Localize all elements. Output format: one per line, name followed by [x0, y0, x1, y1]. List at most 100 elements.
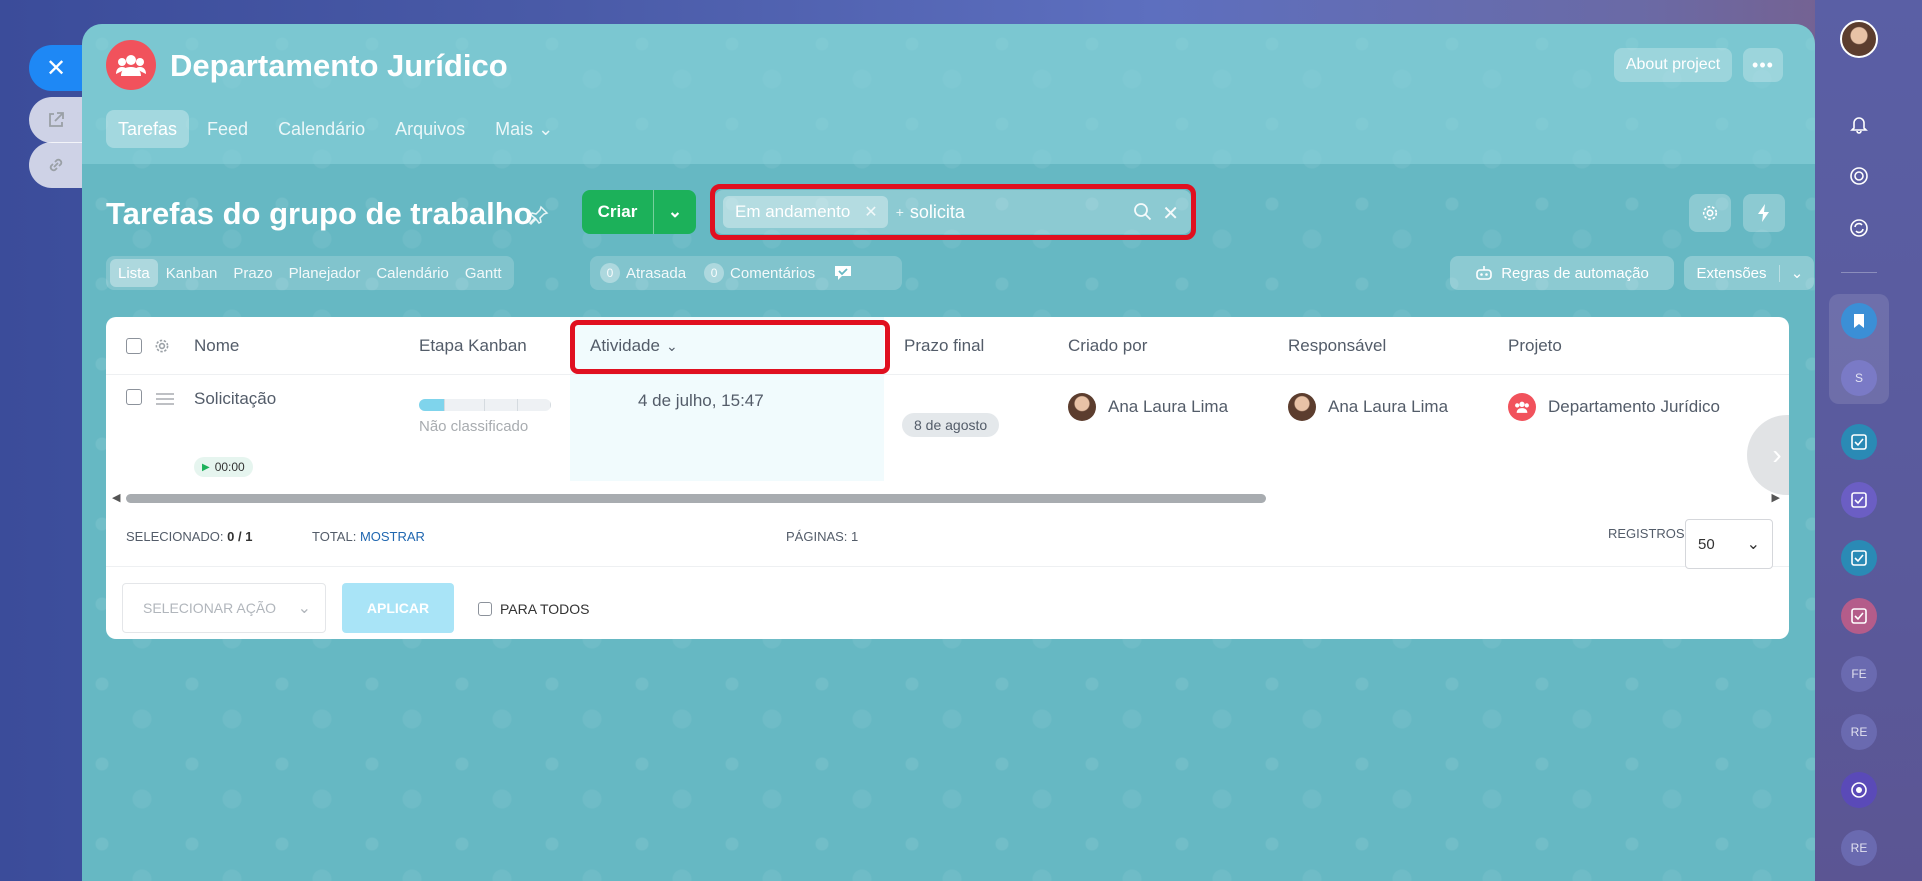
creator-cell[interactable]: Ana Laura Lima — [1068, 393, 1228, 421]
sync-button[interactable] — [1841, 210, 1877, 246]
pin-icon[interactable] — [528, 204, 550, 226]
view-switcher: Lista Kanban Prazo Planejador Calendário… — [106, 256, 514, 290]
bookmark-icon — [1854, 314, 1864, 328]
task-title-link[interactable]: Solicitação — [194, 389, 276, 409]
horizontal-scrollbar[interactable]: ◀ ▶ — [112, 491, 1780, 505]
column-header-responsible[interactable]: Responsável — [1288, 317, 1386, 375]
avatar — [1068, 393, 1096, 421]
view-tab-list[interactable]: Lista — [110, 259, 158, 287]
total-counter: TOTAL: MOSTRAR — [312, 529, 425, 544]
comments-count: 0 — [704, 263, 725, 283]
view-tab-deadline[interactable]: Prazo — [225, 259, 280, 287]
selected-counter: SELECIONADO: 0 / 1 — [126, 529, 252, 544]
pages-counter: PÁGINAS: 1 — [786, 529, 858, 544]
bell-icon — [1850, 117, 1868, 134]
view-tab-planner[interactable]: Planejador — [281, 259, 369, 287]
extensions-label: Extensões — [1684, 264, 1780, 282]
nav-tab-files[interactable]: Arquivos — [383, 110, 477, 148]
chat-check-icon[interactable] — [833, 264, 853, 282]
copilot-icon — [1851, 782, 1867, 798]
task-shortcut-1[interactable] — [1841, 424, 1877, 460]
column-header-project[interactable]: Projeto — [1508, 317, 1562, 375]
nav-tab-feed[interactable]: Feed — [195, 110, 260, 148]
time-tracker-badge[interactable]: ▶ 00:00 — [194, 457, 253, 477]
column-header-name[interactable]: Nome — [194, 317, 239, 375]
nav-tab-calendar[interactable]: Calendário — [266, 110, 377, 148]
nav-tab-more[interactable]: Mais ⌄ — [483, 110, 565, 148]
records-label: REGISTROS: — [1608, 526, 1689, 541]
select-all-checkbox[interactable] — [126, 338, 142, 354]
for-all-label: PARA TODOS — [500, 601, 590, 617]
extensions-button[interactable]: Extensões ⌄ — [1684, 256, 1814, 290]
settings-button[interactable] — [1689, 194, 1731, 232]
task-shortcut-2[interactable] — [1841, 482, 1877, 518]
activity-date: 4 de julho, 15:47 — [638, 391, 764, 410]
copy-link-button[interactable] — [29, 142, 83, 188]
scrollbar-thumb[interactable] — [126, 494, 1266, 503]
kanban-stage-segment — [518, 399, 551, 411]
view-tab-kanban[interactable]: Kanban — [158, 259, 226, 287]
recent-chat-re[interactable]: RE — [1841, 714, 1877, 750]
for-all-toggle[interactable]: PARA TODOS — [478, 601, 589, 617]
copilot-button[interactable] — [1841, 772, 1877, 808]
column-header-kanban[interactable]: Etapa Kanban — [419, 317, 527, 375]
apply-button[interactable]: APLICAR — [342, 583, 454, 633]
scroll-right-arrow-icon[interactable]: ▶ — [1772, 491, 1780, 504]
column-header-deadline[interactable]: Prazo final — [904, 317, 984, 375]
recent-chat-s[interactable]: S — [1841, 360, 1877, 396]
kanban-progress[interactable] — [419, 399, 551, 411]
row-menu-icon[interactable] — [156, 391, 174, 411]
kanban-stage-segment — [445, 399, 485, 411]
chevron-down-icon[interactable]: ⌄ — [654, 190, 696, 234]
left-rail: ✕ — [0, 0, 83, 881]
bookmark-button[interactable] — [1841, 303, 1877, 339]
responsible-cell[interactable]: Ana Laura Lima — [1288, 393, 1448, 421]
select-action-dropdown[interactable]: SELECIONAR AÇÃO ⌄ — [122, 583, 326, 633]
lightning-icon — [1758, 204, 1769, 222]
scroll-left-arrow-icon[interactable]: ◀ — [112, 491, 120, 504]
show-total-link[interactable]: MOSTRAR — [360, 529, 425, 544]
chevron-down-icon[interactable]: ⌄ — [1780, 264, 1814, 282]
project-cell[interactable]: Departamento Jurídico — [1508, 393, 1720, 421]
close-slider-button[interactable]: ✕ — [29, 45, 83, 91]
view-tab-calendar[interactable]: Calendário — [368, 259, 457, 287]
nav-tab-tasks[interactable]: Tarefas — [106, 110, 190, 148]
notifications-button[interactable] — [1841, 106, 1877, 142]
comments-counter[interactable]: 0 Comentários — [704, 263, 815, 283]
task-shortcut-3[interactable] — [1841, 540, 1877, 576]
recent-chat-re-2[interactable]: RE — [1841, 830, 1877, 866]
column-header-created-by[interactable]: Criado por — [1068, 317, 1147, 375]
task-shortcut-4[interactable] — [1841, 598, 1877, 634]
group-logo — [106, 40, 156, 90]
kanban-progress-fill — [419, 399, 446, 411]
sync-icon — [1850, 219, 1868, 237]
row-checkbox[interactable] — [126, 389, 142, 405]
responsible-name: Ana Laura Lima — [1328, 397, 1449, 416]
about-project-button[interactable]: About project — [1614, 48, 1732, 82]
grid-settings-icon[interactable] — [154, 317, 170, 375]
records-per-page-select[interactable]: 50 ⌄ — [1685, 519, 1773, 569]
more-options-button[interactable]: ••• — [1743, 48, 1783, 82]
select-all-checkbox-cell[interactable] — [126, 317, 142, 375]
selected-value: 0 / 1 — [227, 529, 253, 544]
group-panel: Departamento Jurídico About project ••• … — [82, 24, 1815, 881]
recent-chat-fe[interactable]: FE — [1841, 656, 1877, 692]
robots-button[interactable] — [1743, 194, 1785, 232]
activity-stream-button[interactable] — [1841, 158, 1877, 194]
task-check-icon — [1851, 550, 1867, 566]
gear-icon — [1702, 205, 1718, 221]
creator-name: Ana Laura Lima — [1108, 397, 1229, 416]
page-title: Tarefas do grupo de trabalho — [106, 196, 533, 231]
create-task-button[interactable]: Criar ⌄ — [582, 190, 696, 234]
open-in-new-window-button[interactable] — [29, 97, 83, 143]
group-title: Departamento Jurídico — [170, 48, 508, 83]
scroll-right-button[interactable]: › — [1747, 415, 1789, 495]
overdue-counter[interactable]: 0 Atrasada — [600, 263, 686, 283]
automation-rules-button[interactable]: Regras de automação — [1450, 256, 1674, 290]
view-tab-gantt[interactable]: Gantt — [457, 259, 510, 287]
close-icon: ✕ — [45, 54, 67, 82]
user-avatar[interactable] — [1840, 20, 1878, 58]
deadline-badge[interactable]: 8 de agosto — [902, 413, 1000, 437]
counters-bar: 0 Atrasada 0 Comentários — [590, 256, 902, 290]
for-all-checkbox[interactable] — [478, 602, 492, 616]
